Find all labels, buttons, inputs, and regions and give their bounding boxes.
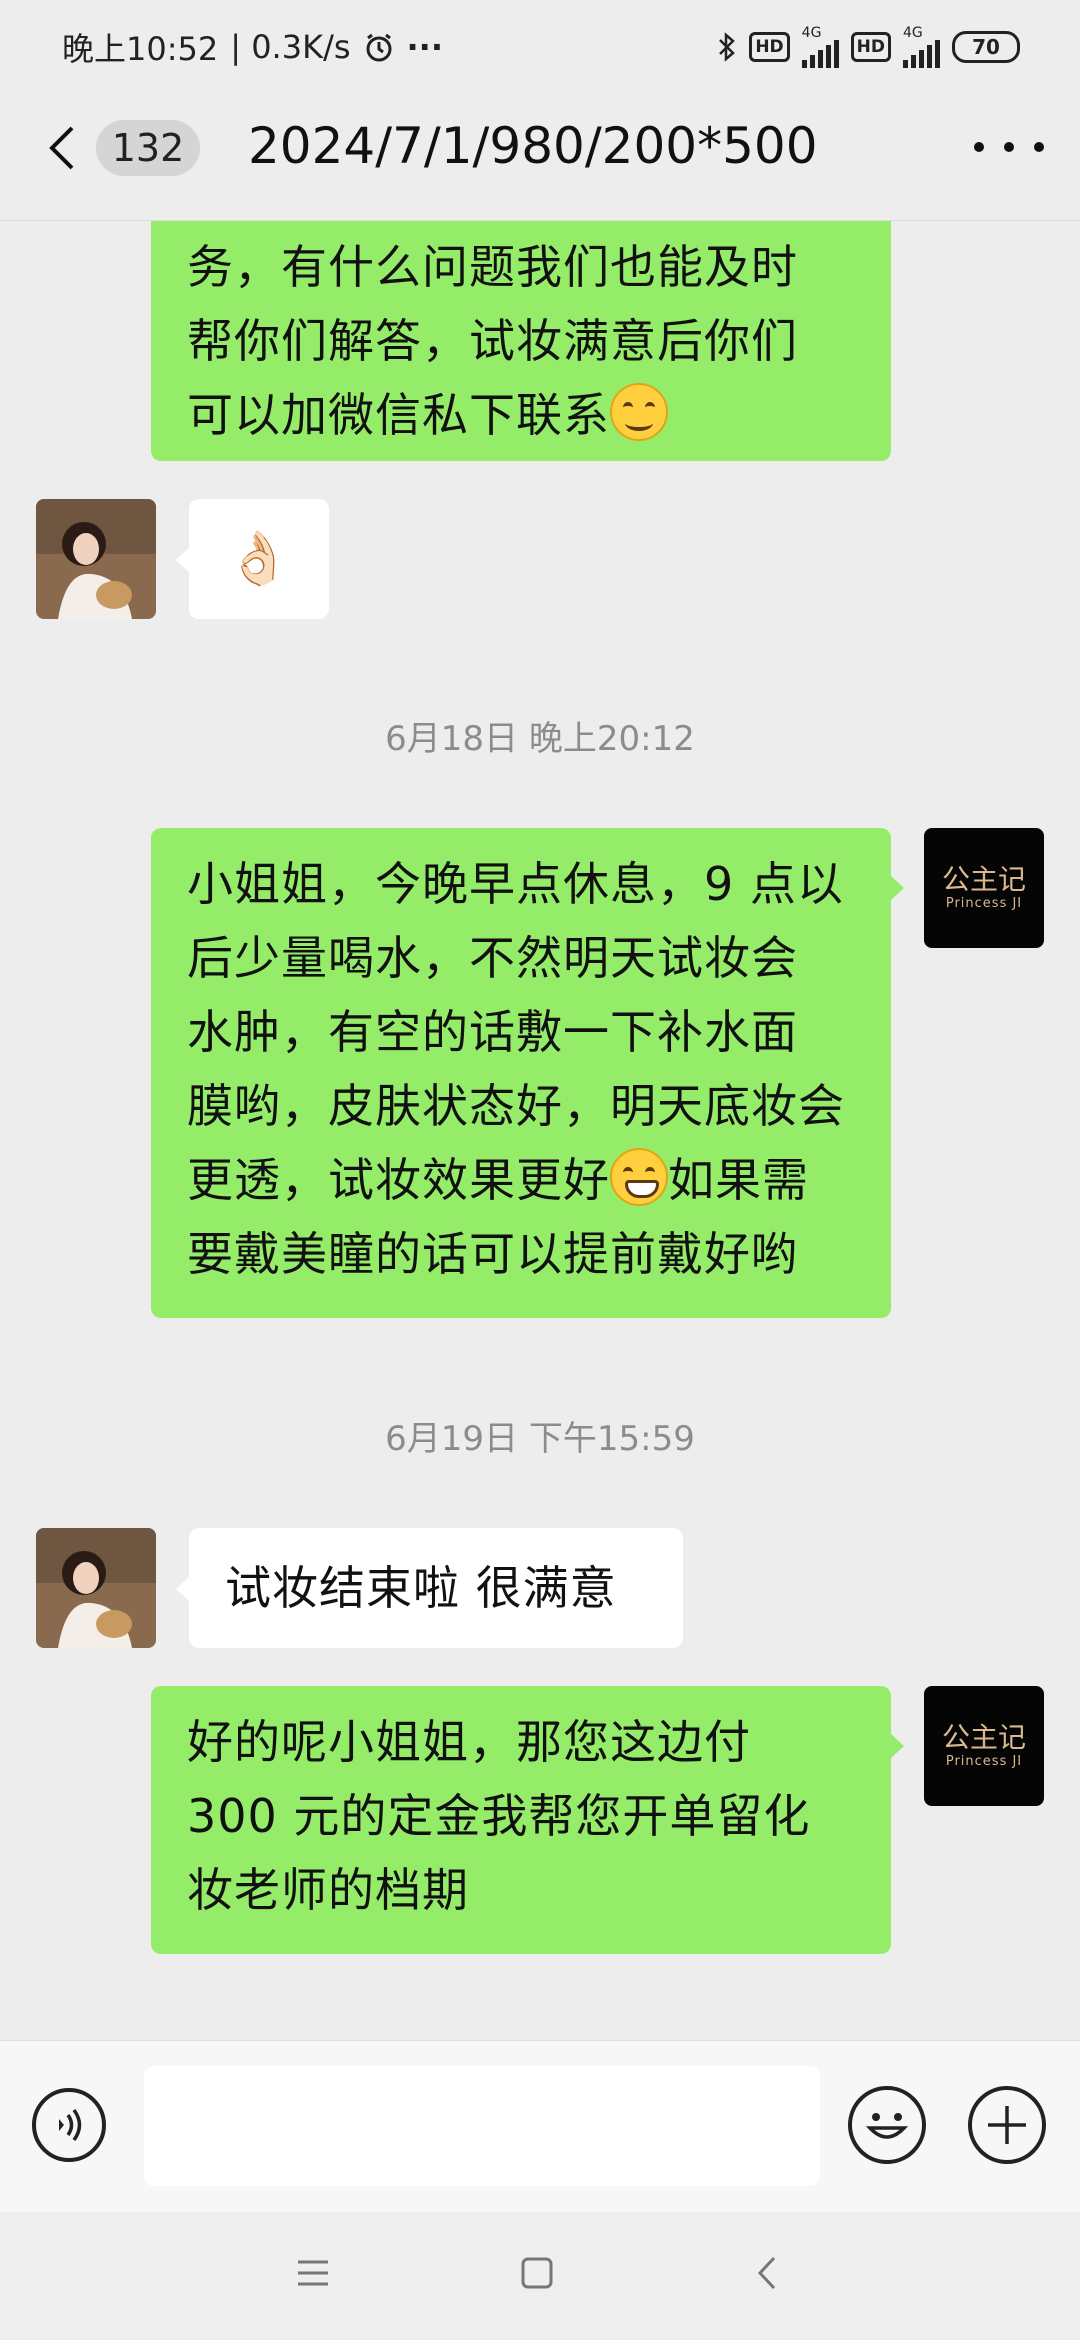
more-options-icon[interactable] bbox=[974, 132, 1044, 162]
menu-icon[interactable] bbox=[296, 2256, 330, 2290]
network-speed: | 0.3K/s bbox=[230, 28, 351, 66]
signal-bars-icon bbox=[801, 40, 839, 68]
message-line: 后少量喝水，不然明天试妆会 bbox=[187, 931, 798, 985]
page-title: 2024/7/1/980/200*500 bbox=[248, 117, 818, 175]
back-arrow-icon[interactable] bbox=[42, 118, 82, 178]
hd-badge-2: HD bbox=[850, 32, 891, 62]
input-bar bbox=[0, 2040, 1080, 2213]
message-line: 水肿，有空的话敷一下补水面 bbox=[187, 1005, 798, 1059]
emoji-button[interactable] bbox=[848, 2086, 926, 2164]
chat-header: 132 2024/7/1/980/200*500 bbox=[0, 92, 1080, 221]
message-bubble-outgoing[interactable]: 好的呢小姐姐，那您这边付 300 元的定金我帮您开单留化 妆老师的档期 bbox=[151, 1686, 891, 1954]
chat-area[interactable]: 务，有什么问题我们也能及时 帮你们解答，试妆满意后你们 可以加微信私下联系 👌🏻… bbox=[0, 221, 1080, 2039]
smiley-icon bbox=[865, 2113, 909, 2139]
message-line: 试妆结束啦 很满意 bbox=[225, 1561, 617, 1615]
net-type-2: 4G bbox=[903, 25, 923, 41]
message-line: 更透，试妆效果更好 如果需 bbox=[187, 1143, 855, 1217]
alarm-icon bbox=[366, 33, 392, 62]
hd-badge-1: HD bbox=[749, 32, 790, 62]
more-status-icon: ··· bbox=[406, 28, 443, 66]
status-left: 晚上10:52 | 0.3K/s ··· bbox=[62, 24, 443, 70]
customer-avatar[interactable] bbox=[36, 1528, 156, 1648]
message-line: 要戴美瞳的话可以提前戴好哟 bbox=[187, 1227, 798, 1281]
more-functions-button[interactable] bbox=[968, 2086, 1046, 2164]
message-line: 膜哟，皮肤状态好，明天底妆会 bbox=[187, 1079, 845, 1133]
bubble-tail bbox=[891, 876, 904, 900]
clock: 晚上10:52 bbox=[62, 30, 219, 68]
timestamp: 6月18日 晚上20:12 bbox=[385, 719, 695, 759]
message-input[interactable] bbox=[144, 2066, 820, 2186]
signal-1: 4G bbox=[801, 25, 839, 68]
avatar-photo bbox=[36, 499, 156, 619]
unread-count-badge[interactable]: 132 bbox=[96, 120, 200, 176]
status-bar: 晚上10:52 | 0.3K/s ··· HD 4G HD 4G 70 bbox=[0, 0, 1080, 92]
status-right: HD 4G HD 4G 70 bbox=[717, 26, 1020, 68]
shop-logo-subtitle: Princess JI bbox=[945, 1754, 1023, 1769]
shop-logo-text: 公主记 bbox=[941, 1721, 1026, 1754]
bubble-tail bbox=[891, 1734, 904, 1758]
customer-avatar[interactable] bbox=[36, 499, 156, 619]
bubble-tail bbox=[176, 1577, 189, 1601]
message-line: 300 元的定金我帮您开单留化 bbox=[187, 1789, 811, 1843]
shop-avatar[interactable]: 公主记 Princess JI bbox=[924, 1686, 1044, 1806]
bubble-tail bbox=[176, 548, 189, 572]
grinning-face-emoji-icon bbox=[610, 1148, 668, 1206]
message-bubble-incoming[interactable]: 👌🏻 bbox=[189, 499, 329, 619]
ok-hand-emoji: 👌🏻 bbox=[226, 529, 292, 589]
message-line: 妆老师的档期 bbox=[187, 1863, 469, 1917]
message-line: 可以加微信私下联系 bbox=[187, 378, 855, 452]
signal-bars-icon bbox=[903, 40, 940, 68]
plus-icon bbox=[988, 2106, 1026, 2144]
message-line: 帮你们解答，试妆满意后你们 bbox=[187, 314, 798, 368]
shop-logo-text: 公主记 bbox=[941, 863, 1026, 896]
timestamp: 6月19日 下午15:59 bbox=[385, 1419, 695, 1459]
avatar-photo bbox=[36, 1528, 156, 1648]
signal-2: 4G bbox=[903, 26, 940, 68]
voice-input-button[interactable] bbox=[32, 2088, 106, 2162]
voice-icon bbox=[59, 2108, 82, 2142]
message-line: 好的呢小姐姐，那您这边付 bbox=[187, 1715, 751, 1769]
system-navigation-bar bbox=[0, 2212, 1080, 2340]
message-bubble-outgoing[interactable]: 小姐姐，今晚早点休息，9 点以 后少量喝水，不然明天试妆会 水肿，有空的话敷一下… bbox=[151, 828, 891, 1318]
home-icon[interactable] bbox=[520, 2256, 554, 2290]
smiling-face-emoji-icon bbox=[610, 383, 668, 441]
message-line: 小姐姐，今晚早点休息，9 点以 bbox=[187, 857, 844, 911]
shop-logo-subtitle: Princess JI bbox=[945, 896, 1023, 911]
message-line: 务，有什么问题我们也能及时 bbox=[187, 240, 798, 294]
shop-avatar[interactable]: 公主记 Princess JI bbox=[924, 828, 1044, 948]
message-bubble-incoming[interactable]: 试妆结束啦 很满意 bbox=[189, 1528, 683, 1648]
bluetooth-icon bbox=[719, 32, 736, 62]
back-nav-icon[interactable] bbox=[752, 2254, 782, 2292]
net-type-1: 4G bbox=[801, 25, 822, 41]
message-bubble-outgoing[interactable]: 务，有什么问题我们也能及时 帮你们解答，试妆满意后你们 可以加微信私下联系 bbox=[151, 221, 891, 461]
battery-icon: 70 bbox=[952, 31, 1020, 63]
